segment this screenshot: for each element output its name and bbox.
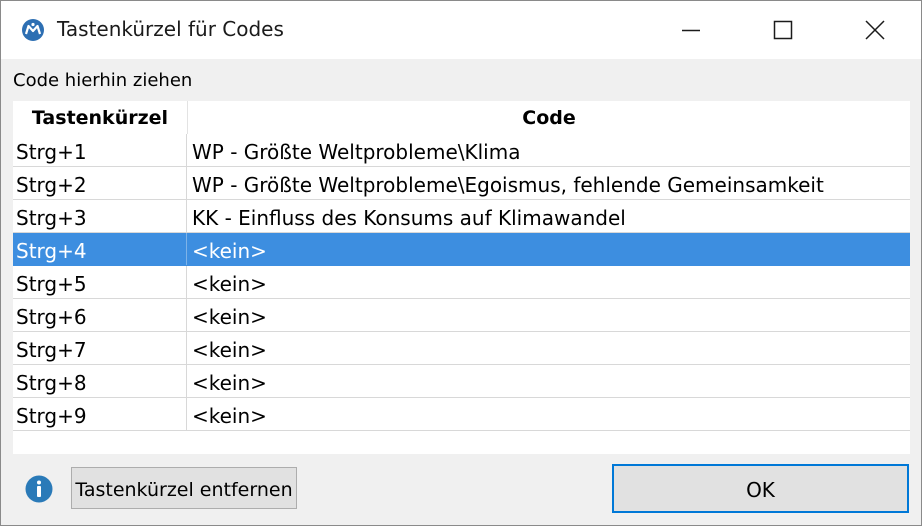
table-body: Strg+1 WP - Größte Weltprobleme\Klima St… (13, 134, 910, 431)
remove-shortcut-button[interactable]: Tastenkürzel entfernen (71, 467, 297, 509)
column-header-code[interactable]: Code (188, 101, 910, 134)
ok-button[interactable]: OK (612, 464, 909, 513)
shortcut-cell: Strg+1 (13, 134, 187, 166)
shortcut-cell: Strg+3 (13, 200, 187, 232)
maximize-button[interactable] (737, 1, 829, 59)
code-cell: <kein> (192, 404, 267, 428)
maximize-icon (773, 20, 793, 40)
table-row[interactable]: Strg+6 <kein> (13, 299, 910, 332)
code-cell: WP - Größte Weltprobleme\Klima (192, 140, 521, 164)
table-row[interactable]: Strg+1 WP - Größte Weltprobleme\Klima (13, 134, 910, 167)
shortcut-table[interactable]: Tastenkürzel Code Strg+1 WP - Größte Wel… (13, 101, 910, 454)
shortcut-cell: Strg+4 (13, 233, 187, 265)
table-row[interactable]: Strg+7 <kein> (13, 332, 910, 365)
code-cell: WP - Größte Weltprobleme\Egoismus, fehle… (192, 173, 824, 197)
code-cell: <kein> (192, 239, 267, 263)
table-row[interactable]: Strg+5 <kein> (13, 266, 910, 299)
code-cell: KK - Einfluss des Konsums auf Klimawande… (192, 206, 626, 230)
table-row[interactable]: Strg+3 KK - Einfluss des Konsums auf Kli… (13, 200, 910, 233)
shortcut-dialog: Tastenkürzel für Codes Code hierhin zieh… (0, 0, 922, 526)
drop-target-label[interactable]: Code hierhin ziehen (13, 70, 192, 91)
shortcut-cell: Strg+6 (13, 299, 187, 331)
title-bar[interactable]: Tastenkürzel für Codes (1, 1, 921, 59)
code-cell: <kein> (192, 272, 267, 296)
table-header: Tastenkürzel Code (13, 101, 910, 134)
table-row-selected[interactable]: Strg+4 <kein> (13, 233, 910, 266)
table-row[interactable]: Strg+9 <kein> (13, 398, 910, 431)
shortcut-cell: Strg+7 (13, 332, 187, 364)
table-row[interactable]: Strg+2 WP - Größte Weltprobleme\Egoismus… (13, 167, 910, 200)
code-cell: <kein> (192, 305, 267, 329)
table-row[interactable]: Strg+8 <kein> (13, 365, 910, 398)
close-button[interactable] (829, 1, 921, 59)
close-icon (865, 20, 885, 40)
column-header-shortcut[interactable]: Tastenkürzel (13, 101, 188, 134)
shortcut-cell: Strg+5 (13, 266, 187, 298)
code-cell: <kein> (192, 371, 267, 395)
info-icon[interactable] (25, 475, 53, 503)
app-logo-icon (21, 18, 45, 42)
minimize-button[interactable] (645, 1, 737, 59)
window-title: Tastenkürzel für Codes (57, 17, 284, 41)
shortcut-cell: Strg+9 (13, 398, 187, 430)
minimize-icon (682, 29, 700, 32)
shortcut-cell: Strg+2 (13, 167, 187, 199)
code-cell: <kein> (192, 338, 267, 362)
shortcut-cell: Strg+8 (13, 365, 187, 397)
